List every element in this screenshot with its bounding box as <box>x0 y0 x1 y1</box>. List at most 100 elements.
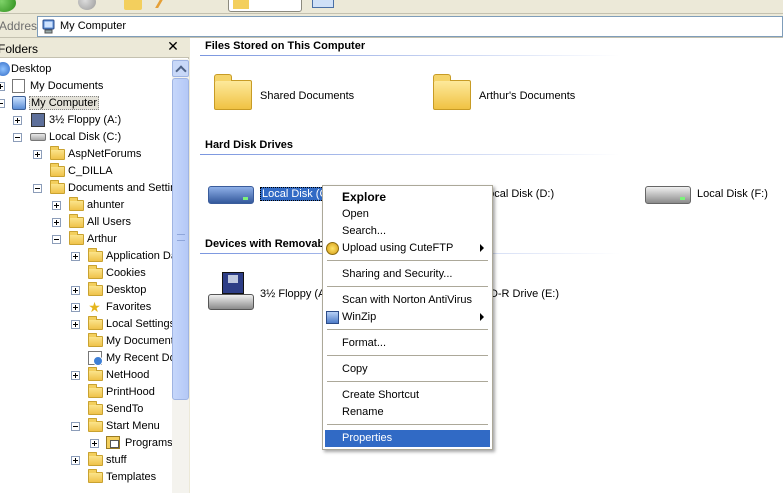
menu-item-create-shortcut[interactable]: Create Shortcut <box>325 387 490 404</box>
folder-icon <box>88 367 103 381</box>
my-computer-icon <box>12 96 26 110</box>
expand-icon[interactable] <box>71 371 80 380</box>
expand-icon[interactable] <box>71 286 80 295</box>
menu-separator <box>327 381 488 382</box>
group-title-removable: Devices with Removable Storage <box>205 238 330 250</box>
programs-folder-icon <box>106 436 120 449</box>
item-local-disk-f[interactable]: Local Disk (F:) <box>645 174 775 214</box>
folder-icon <box>88 265 103 279</box>
tree-item-local-settings[interactable]: Local Settings <box>0 316 172 333</box>
collapse-icon[interactable] <box>33 184 42 193</box>
close-icon[interactable]: ✕ <box>166 38 180 55</box>
tree-item-documents-and-settings[interactable]: Documents and Settings <box>0 180 172 197</box>
address-input[interactable]: My Computer <box>37 16 783 37</box>
group-divider <box>200 154 620 155</box>
tree-item-application-data[interactable]: Application Data <box>0 248 172 265</box>
address-bar: Address My Computer <box>0 15 783 38</box>
grip-icon <box>177 234 185 241</box>
menu-item-search[interactable]: Search... <box>325 223 490 240</box>
folder-icon <box>88 401 103 415</box>
floppy-drive-icon <box>208 272 254 312</box>
folder-icon <box>214 74 252 110</box>
folder-icon <box>433 74 471 110</box>
menu-item-rename[interactable]: Rename <box>325 404 490 421</box>
item-shared-documents[interactable]: Shared Documents <box>210 74 370 116</box>
folder-icon <box>50 180 65 194</box>
cuteftp-icon <box>326 242 339 255</box>
scroll-thumb[interactable] <box>172 78 189 400</box>
recent-documents-icon <box>88 351 103 366</box>
address-value: My Computer <box>60 20 127 32</box>
folder-icon <box>69 231 84 245</box>
folder-icon <box>88 333 103 347</box>
folder-icon <box>88 452 103 466</box>
desktop-icon <box>0 62 10 76</box>
tree-scrollbar[interactable] <box>172 59 189 493</box>
menu-item-copy[interactable]: Copy <box>325 361 490 378</box>
expand-icon[interactable] <box>71 303 80 312</box>
collapse-icon[interactable] <box>0 99 5 108</box>
folders-pane-title: Folders <box>0 42 39 56</box>
folder-icon <box>88 418 103 432</box>
expand-icon[interactable] <box>71 320 80 329</box>
views-icon[interactable] <box>312 0 334 8</box>
folder-icon <box>69 214 84 228</box>
menu-item-explore[interactable]: Explore <box>325 189 490 206</box>
up-folder-icon[interactable] <box>124 0 142 10</box>
my-computer-icon <box>42 19 55 34</box>
menu-item-norton-scan[interactable]: Scan with Norton AntiVirus <box>325 292 490 309</box>
submenu-arrow-icon <box>480 244 484 252</box>
drive-icon <box>645 186 691 204</box>
collapse-icon[interactable] <box>52 235 61 244</box>
folder-icon <box>69 197 84 211</box>
menu-item-winzip[interactable]: WinZip <box>325 309 490 326</box>
group-title-files-stored: Files Stored on This Computer <box>205 40 366 52</box>
menu-separator <box>327 355 488 356</box>
drive-icon <box>208 186 254 204</box>
expand-icon[interactable] <box>52 218 61 227</box>
folders-pane-header: Folders ✕ <box>0 38 189 58</box>
folder-icon <box>50 146 65 160</box>
folders-button[interactable] <box>228 0 302 12</box>
winzip-icon <box>326 311 339 324</box>
collapse-icon[interactable] <box>71 422 80 431</box>
expand-icon[interactable] <box>90 439 99 448</box>
item-floppy-a[interactable]: 3½ Floppy (A:) <box>208 272 322 312</box>
menu-separator <box>327 424 488 425</box>
favorites-icon: ★ <box>88 299 101 315</box>
folder-tree: Desktop My Documents My Computer 3½ Flop… <box>0 59 172 493</box>
folders-pane: Folders ✕ Desktop My Documents My Comput… <box>0 38 189 493</box>
back-icon[interactable] <box>0 0 16 12</box>
folder-icon <box>88 384 103 398</box>
folder-icon <box>50 163 65 177</box>
context-menu: Explore Open Search... Upload using Cute… <box>322 185 493 450</box>
group-divider <box>200 55 620 56</box>
expand-icon[interactable] <box>52 201 61 210</box>
menu-item-properties[interactable]: Properties <box>325 430 490 447</box>
collapse-icon[interactable] <box>13 133 22 142</box>
folder-icon <box>88 316 103 330</box>
toolbar <box>0 0 783 14</box>
floppy-icon <box>31 113 45 127</box>
expand-icon[interactable] <box>33 150 42 159</box>
expand-icon[interactable] <box>71 456 80 465</box>
expand-icon[interactable] <box>0 82 5 91</box>
menu-separator <box>327 260 488 261</box>
expand-icon[interactable] <box>71 252 80 261</box>
expand-icon[interactable] <box>13 116 22 125</box>
menu-item-upload-cuteftp[interactable]: Upload using CuteFTP <box>325 240 490 257</box>
menu-item-format[interactable]: Format... <box>325 335 490 352</box>
my-documents-icon <box>12 79 25 93</box>
folder-icon <box>88 282 103 296</box>
folder-icon <box>88 248 103 262</box>
tree-item-my-documents-folder[interactable]: My Documents <box>0 333 172 350</box>
folder-icon <box>88 469 103 483</box>
tree-item-my-recent-documents[interactable]: My Recent Documents <box>0 350 172 367</box>
menu-item-open[interactable]: Open <box>325 206 490 223</box>
submenu-arrow-icon <box>480 313 484 321</box>
scroll-up-icon[interactable] <box>172 60 189 77</box>
menu-item-sharing-security[interactable]: Sharing and Security... <box>325 266 490 283</box>
forward-icon[interactable] <box>78 0 96 10</box>
item-arthurs-documents[interactable]: Arthur's Documents <box>430 74 600 116</box>
search-icon[interactable] <box>155 0 173 8</box>
